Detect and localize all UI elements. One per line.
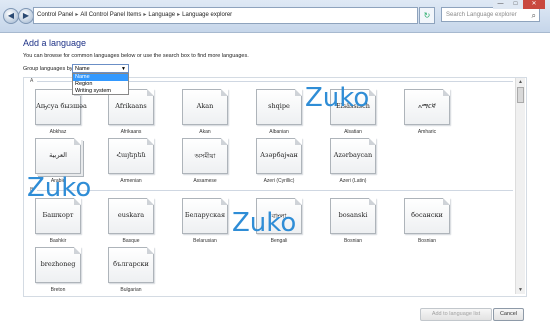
option-writing-system[interactable]: Writing system: [73, 88, 128, 95]
search-input[interactable]: Search Language explorer ⌕: [441, 7, 540, 22]
language-sample: euskara: [117, 211, 145, 219]
back-icon[interactable]: ◀: [3, 8, 19, 24]
search-icon[interactable]: ⌕: [532, 8, 536, 23]
search-placeholder: Search Language explorer: [446, 12, 517, 18]
language-name: Breton: [50, 287, 66, 293]
document-icon: bosanski: [330, 198, 376, 234]
language-sample: Akan: [196, 102, 214, 110]
language-sample: Аҧсуа бызшәа: [36, 102, 87, 110]
language-name: Bosnian: [343, 238, 363, 244]
group-divider: [37, 190, 513, 191]
document-icon: български: [108, 247, 154, 283]
language-name: Bulgarian: [120, 287, 142, 293]
document-icon: босански: [404, 198, 450, 234]
document-icon: brezhoneg: [35, 247, 81, 283]
document-icon: Азәрбајҹан: [256, 138, 302, 174]
group-by-select[interactable]: Name ▼: [72, 64, 129, 73]
scroll-down-icon[interactable]: ▼: [516, 286, 525, 294]
language-sample: Беларуская: [184, 211, 226, 219]
scrollbar[interactable]: ▲ ▼: [515, 78, 525, 294]
language-name: Assamese: [193, 178, 217, 184]
language-sample: български: [113, 260, 149, 268]
language-sample: Afrikaans: [115, 102, 147, 110]
language-name: Bengali: [270, 238, 288, 244]
language-name: Belarusian: [193, 238, 217, 244]
watermark-text: Zuko: [27, 173, 92, 203]
language-name: Bosnian: [417, 238, 437, 244]
page-subtitle: You can browse for common languages belo…: [23, 53, 249, 59]
breadcrumb-language[interactable]: Language: [148, 12, 175, 18]
language-name: Armenian: [120, 178, 142, 184]
option-name[interactable]: Name: [73, 74, 128, 81]
document-icon: euskara: [108, 198, 154, 234]
language-sample: አማርኛ: [418, 102, 436, 110]
group-by-dropdown: Name Region Writing system: [72, 73, 129, 95]
document-icon: Հայերեն: [108, 138, 154, 174]
minimize-button[interactable]: —: [493, 0, 508, 9]
group-by-label: Group languages by:: [23, 66, 75, 72]
option-region[interactable]: Region: [73, 81, 128, 88]
language-sample: Башҡорт: [42, 211, 74, 219]
language-name: Azeri (Cyrillic): [263, 178, 295, 184]
document-icon: Беларуская: [182, 198, 228, 234]
language-name: Abkhaz: [49, 129, 67, 135]
language-name: Bashkir: [49, 238, 67, 244]
language-name: Albanian: [269, 129, 289, 135]
language-name: Afrikaans: [120, 129, 142, 135]
scroll-up-icon[interactable]: ▲: [516, 78, 525, 86]
document-icon: Azərbaycan: [330, 138, 376, 174]
watermark-text: Zuko: [305, 83, 370, 113]
language-name: Alsatian: [344, 129, 362, 135]
group-by-value: Name: [75, 66, 90, 72]
scroll-thumb[interactable]: [517, 87, 524, 103]
breadcrumb-separator-icon: ▸: [143, 12, 147, 18]
watermark-text: Zuko: [232, 208, 297, 238]
document-icon: አማርኛ: [404, 89, 450, 125]
breadcrumb-all-items[interactable]: All Control Panel Items: [80, 12, 141, 18]
title-bar: ◀ ▶ Control Panel ▸ All Control Panel Item…: [0, 0, 550, 33]
language-sample: shqipe: [268, 102, 290, 110]
document-icon: Akan: [182, 89, 228, 125]
document-icon: অসমীয়া: [182, 138, 228, 174]
breadcrumb-separator-icon: ▸: [75, 12, 79, 18]
cancel-button[interactable]: Cancel: [493, 308, 524, 321]
language-name: Amharic: [417, 129, 437, 135]
group-header-a: A: [30, 78, 34, 84]
language-sample: brezhoneg: [40, 260, 76, 268]
breadcrumb-separator-icon: ▸: [177, 12, 181, 18]
language-name: Azeri (Latin): [339, 178, 367, 184]
language-name: Basque: [122, 238, 140, 244]
maximize-button[interactable]: □: [508, 0, 523, 9]
page-title: Add a language: [23, 38, 87, 48]
language-sample: العربية: [49, 151, 67, 159]
close-button[interactable]: ✕: [523, 0, 545, 9]
language-sample: bosanski: [338, 211, 368, 219]
language-sample: босански: [411, 211, 443, 219]
add-to-language-list-button[interactable]: Add to language list: [420, 308, 492, 321]
document-icon: العربية: [35, 138, 81, 174]
language-sample: অসমীয়া: [194, 152, 216, 160]
breadcrumb-control-panel[interactable]: Control Panel: [37, 12, 73, 18]
language-sample: Azərbaycan: [333, 151, 373, 159]
document-icon: shqipe: [256, 89, 302, 125]
refresh-icon[interactable]: ↻: [419, 7, 435, 24]
language-name: Akan: [199, 129, 211, 135]
document-icon: Башҡорт: [35, 198, 81, 234]
language-sample: Հայերեն: [116, 151, 146, 159]
language-sample: Азәрбајҹан: [260, 151, 298, 159]
breadcrumb-language-explorer[interactable]: Language explorer: [182, 12, 232, 18]
address-bar[interactable]: Control Panel ▸ All Control Panel Items ▸ La…: [33, 7, 418, 24]
forward-icon[interactable]: ▶: [18, 8, 34, 24]
